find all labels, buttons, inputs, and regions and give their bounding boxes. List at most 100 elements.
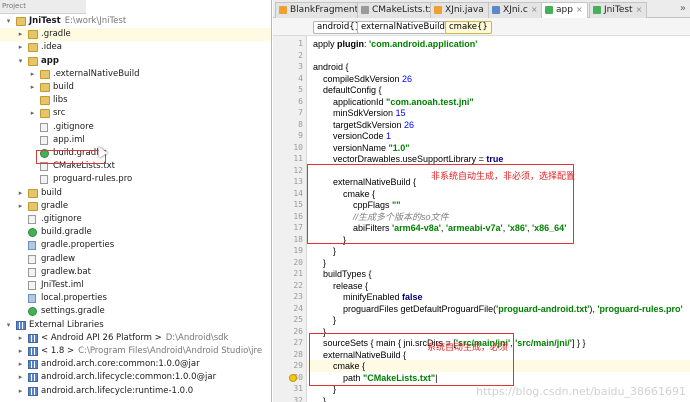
tree-row[interactable]: JniTest.iml — [0, 279, 271, 292]
line-number: 16 — [293, 211, 303, 221]
code-line[interactable]: targetSdkVersion 26 — [313, 119, 414, 131]
tree-row[interactable]: build.gradle — [0, 226, 271, 239]
breadcrumb-item[interactable]: cmake{} — [445, 21, 492, 34]
code-editor[interactable]: apply plugin: 'com.android.application' a… — [307, 36, 690, 402]
chevron-right-icon[interactable]: ▸ — [16, 332, 25, 345]
tree-row[interactable]: ▸ android.arch.lifecycle:common:1.0.0@jar — [0, 371, 271, 384]
code-line[interactable]: proguardFiles getDefaultProguardFile('pr… — [313, 303, 683, 315]
tree-row[interactable]: ▾ app — [0, 55, 271, 68]
chevron-right-icon[interactable]: ▸ — [28, 81, 37, 94]
folder-icon — [40, 83, 50, 92]
tree-row[interactable]: ▸ android.arch.lifecycle:runtime-1.0.0 — [0, 385, 271, 398]
tree-row-label: libs — [53, 95, 68, 106]
line-number: 21 — [293, 269, 303, 278]
line-number: 2 — [298, 50, 303, 60]
tab-label: XJni.java — [445, 5, 484, 15]
line-number: 27 — [293, 338, 303, 347]
chevron-down-icon[interactable]: ▾ — [4, 319, 13, 332]
code-line[interactable]: minifyEnabled false — [313, 291, 423, 303]
code-line[interactable]: versionName "1.0" — [313, 142, 410, 154]
tree-row[interactable]: libs — [0, 94, 271, 107]
folder-icon — [28, 30, 38, 40]
tree-row[interactable]: gradlew.bat — [0, 266, 271, 279]
code-line[interactable]: compileSdkVersion 26 — [313, 73, 412, 85]
chevron-down-icon[interactable]: ▾ — [16, 55, 25, 68]
code-line[interactable]: defaultConfig { — [313, 84, 382, 96]
chevron-right-icon[interactable]: ▸ — [16, 28, 25, 41]
tree-row[interactable]: settings.gradle — [0, 305, 271, 318]
bars-icon — [28, 373, 38, 383]
tab-label: JniTest — [604, 5, 633, 15]
tree-row[interactable]: ▸ android.arch.core:common:1.0.0@jar — [0, 358, 271, 371]
tree-row[interactable]: local.properties — [0, 292, 271, 305]
tree-row-label: settings.gradle — [41, 306, 105, 317]
chevron-down-icon[interactable]: ▾ — [4, 15, 13, 28]
chevron-right-icon[interactable]: ▸ — [16, 345, 25, 358]
chevron-right-icon[interactable]: ▸ — [16, 200, 25, 213]
line-number: 11 — [293, 154, 303, 163]
folder-icon — [28, 43, 38, 53]
code-line[interactable]: minSdkVersion 15 — [313, 107, 406, 119]
tree-row[interactable]: ▸ .externalNativeBuild — [0, 68, 271, 81]
line-number: 30 — [293, 372, 303, 382]
tree-row[interactable]: ▸ < 1.8 > C:\Program Files\Android\Android… — [0, 345, 271, 358]
code-line[interactable]: } — [313, 257, 326, 269]
tree-row[interactable]: ▸ .gradle — [0, 28, 271, 42]
bars-icon — [28, 333, 38, 343]
tree-row-path: C:\Program Files\Android\Android Studio\… — [78, 346, 263, 356]
tree-row-label: build — [41, 187, 62, 198]
tree-row[interactable]: ▸ build — [0, 81, 271, 94]
tree-row[interactable]: .gitignore — [0, 213, 271, 226]
tree-row[interactable]: app.iml — [0, 134, 271, 147]
editor-tab-bar: BlankFragment.java×CMakeLists.txt×XJni.j… — [273, 0, 690, 19]
tree-row[interactable]: gradlew — [0, 253, 271, 266]
tree-row-label: android.arch.lifecycle:runtime-1.0.0 — [41, 385, 194, 396]
code-line[interactable]: release { — [313, 280, 368, 292]
code-line[interactable]: } — [313, 314, 336, 326]
tree-row-label: app — [41, 55, 59, 66]
chevron-right-icon[interactable]: ▸ — [16, 187, 25, 200]
tab-label: app — [556, 5, 573, 15]
tree-row[interactable]: ▾ JniTest E:\work\JniTest — [0, 15, 271, 28]
gradle-icon — [28, 228, 37, 238]
tree-row-label: build — [53, 82, 74, 92]
tree-row[interactable]: proguard-rules.pro — [0, 173, 271, 186]
chevron-right-icon[interactable]: ▸ — [16, 371, 25, 384]
tree-row[interactable]: ▾ External Libraries — [0, 319, 271, 332]
code-line[interactable]: apply plugin: 'com.android.application' — [313, 38, 477, 50]
lightbulb-icon[interactable] — [289, 373, 297, 382]
tab-overflow-icon[interactable]: » — [680, 3, 686, 14]
line-number: 24 — [293, 303, 303, 313]
tree-row-label: JniTest.iml — [41, 280, 84, 290]
code-line[interactable]: applicationId "com.anoah.test.jni" — [313, 96, 474, 108]
line-number: 20 — [293, 257, 303, 267]
tree-row[interactable]: ▸ src — [0, 107, 271, 120]
tree-row[interactable]: ▸ gradle — [0, 200, 271, 213]
tab-app[interactable]: app × — [541, 2, 588, 19]
chevron-right-icon[interactable]: ▸ — [16, 41, 25, 54]
bars-icon — [28, 360, 38, 370]
tree-row[interactable]: ▸ build — [0, 187, 271, 200]
tree-row[interactable]: gradle.properties — [0, 239, 271, 252]
chevron-right-icon[interactable]: ▸ — [16, 358, 25, 371]
file-icon — [28, 215, 36, 224]
tree-row[interactable]: .gitignore — [0, 121, 271, 134]
line-number: 9 — [298, 131, 303, 140]
tab-xjni-c[interactable]: XJni.c × — [488, 2, 543, 18]
tree-row[interactable]: ▸ < Android API 26 Platform > D:\Android\s… — [0, 332, 271, 345]
line-number: 31 — [293, 384, 303, 393]
code-line[interactable]: versionCode 1 — [313, 130, 391, 142]
close-icon[interactable]: × — [576, 5, 583, 14]
tree-row[interactable]: ▸ .idea — [0, 41, 271, 54]
chevron-right-icon[interactable]: ▸ — [28, 68, 37, 81]
code-line[interactable]: buildTypes { — [313, 268, 372, 280]
code-line[interactable]: } — [313, 245, 336, 257]
tab-jnitest[interactable]: JniTest × — [589, 2, 648, 18]
chevron-right-icon[interactable]: ▸ — [28, 107, 37, 120]
close-icon[interactable]: × — [531, 5, 538, 14]
code-line[interactable]: android { — [313, 61, 349, 73]
line-number: 6 — [298, 96, 303, 106]
close-icon[interactable]: × — [636, 5, 643, 14]
chevron-right-icon[interactable]: ▸ — [16, 385, 25, 398]
code-line[interactable]: } — [313, 395, 326, 402]
